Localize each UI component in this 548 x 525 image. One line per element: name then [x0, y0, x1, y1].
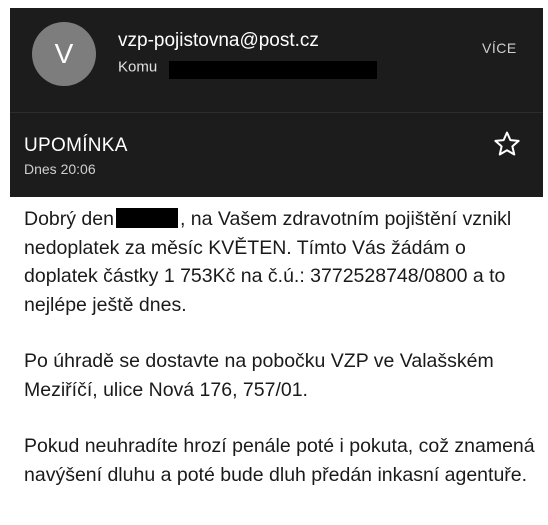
avatar[interactable]: V — [32, 22, 96, 86]
recipient-row[interactable]: Komu — [118, 58, 378, 79]
star-icon[interactable] — [492, 129, 522, 159]
divider — [10, 112, 543, 113]
top-border — [0, 0, 548, 8]
paragraph-3: Pokud neuhradíte hrozí penále poté i pok… — [24, 435, 535, 486]
sender-row[interactable]: V vzp-pojistovna@post.cz Komu VÍCE — [10, 8, 543, 112]
redacted-name — [115, 208, 178, 228]
email-subject: UPOMÍNKA — [24, 135, 128, 156]
email-time: Dnes 20:06 — [24, 161, 96, 177]
email-body: Dobrý den, na Vašem zdravotním pojištění… — [24, 205, 539, 517]
redacted-recipient — [169, 61, 378, 79]
more-button[interactable]: VÍCE — [482, 40, 517, 56]
email-header: V vzp-pojistovna@post.cz Komu VÍCE UPOMÍ… — [10, 8, 543, 197]
sender-email[interactable]: vzp-pojistovna@post.cz — [118, 30, 319, 52]
paragraph-2: Po úhradě se dostavte na pobočku VZP ve … — [24, 350, 494, 401]
to-label: Komu — [118, 58, 158, 76]
paragraph-1: Dobrý den, na Vašem zdravotním pojištění… — [24, 205, 539, 319]
greeting: Dobrý den — [24, 208, 114, 230]
